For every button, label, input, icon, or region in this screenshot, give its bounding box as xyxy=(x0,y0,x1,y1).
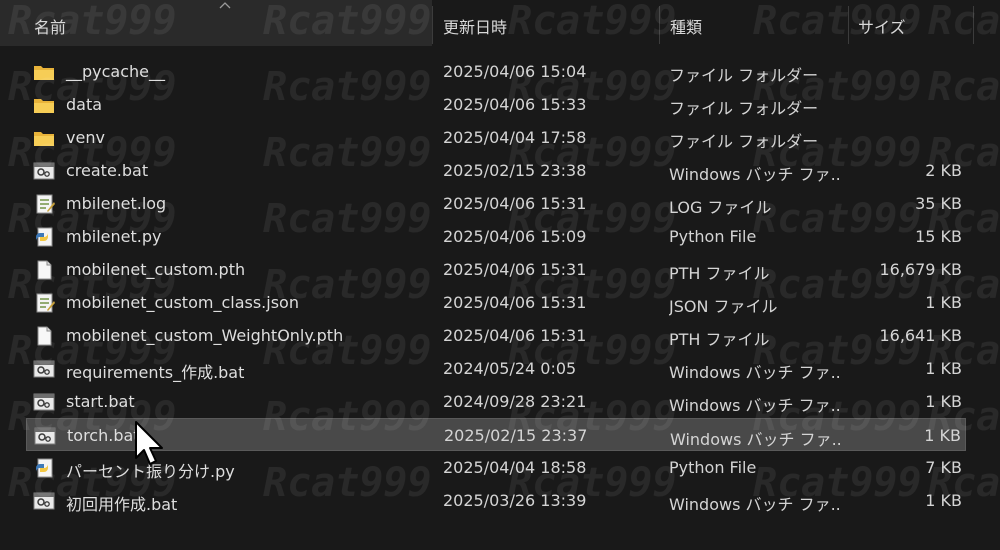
batch-file-icon xyxy=(34,426,56,446)
folder-icon xyxy=(33,95,55,115)
file-row[interactable]: パーセント振り分け.py 2025/04/04 18:58 Python File 7… xyxy=(26,451,966,484)
file-row[interactable]: create.bat 2025/02/15 23:38 Windows バッチ ファ… xyxy=(26,154,966,187)
file-row[interactable]: mbilenet.log 2025/04/06 15:31 LOG ファイル 35 K… xyxy=(26,187,966,220)
batch-file-icon xyxy=(33,491,55,511)
file-type: JSON ファイル xyxy=(669,297,778,316)
file-name: 初回用作成.bat xyxy=(66,495,178,514)
file-modified: 2025/04/04 18:58 xyxy=(443,458,587,477)
file-type: Windows バッチ ファ... xyxy=(669,495,841,514)
log-file-icon xyxy=(33,293,55,313)
file-name: パーセント振り分け.py xyxy=(66,462,235,481)
file-size: 7 KB xyxy=(925,458,962,477)
file-name: start.bat xyxy=(66,392,135,411)
batch-file-icon xyxy=(33,161,55,181)
file-row[interactable]: mbilenet.py 2025/04/06 15:09 Python File 15… xyxy=(26,220,966,253)
file-size: 16,679 KB xyxy=(879,260,962,279)
file-modified: 2025/03/26 13:39 xyxy=(443,491,587,510)
file-modified: 2025/04/06 15:31 xyxy=(443,260,587,279)
column-header-name[interactable]: 名前 xyxy=(0,0,432,46)
file-size: 1 KB xyxy=(925,491,962,510)
file-row[interactable]: mobilenet_custom_class.json 2025/04/06 15… xyxy=(26,286,966,319)
file-row[interactable]: venv 2025/04/04 17:58 ファイル フォルダー xyxy=(26,121,966,154)
file-type: Windows バッチ ファ... xyxy=(669,165,841,184)
file-modified: 2025/04/04 17:58 xyxy=(443,128,587,147)
column-header-type[interactable]: 種類 xyxy=(660,0,848,46)
file-size: 16,641 KB xyxy=(879,326,962,345)
file-modified: 2025/04/06 15:33 xyxy=(443,95,587,114)
log-file-icon xyxy=(33,194,55,214)
file-modified: 2024/05/24 0:05 xyxy=(443,359,577,378)
column-header-modified-label: 更新日時 xyxy=(443,18,508,37)
file-type: PTH ファイル xyxy=(669,330,770,349)
file-modified: 2025/04/06 15:04 xyxy=(443,62,587,81)
file-name: mobilenet_custom_WeightOnly.pth xyxy=(66,326,344,345)
sort-ascending-icon xyxy=(219,2,231,9)
python-file-icon xyxy=(33,227,55,247)
file-row[interactable]: data 2025/04/06 15:33 ファイル フォルダー xyxy=(26,88,966,121)
file-type: Windows バッチ ファ... xyxy=(669,363,841,382)
file-row[interactable]: start.bat 2024/09/28 23:21 Windows バッチ ファ.… xyxy=(26,385,966,418)
file-modified: 2025/04/06 15:31 xyxy=(443,293,587,312)
column-header-modified[interactable]: 更新日時 xyxy=(433,0,659,46)
file-name: venv xyxy=(66,128,105,147)
file-type: Python File xyxy=(669,227,757,246)
file-type: Windows バッチ ファ... xyxy=(669,396,841,415)
file-type: PTH ファイル xyxy=(669,264,770,283)
file-size: 1 KB xyxy=(925,293,962,312)
file-type: ファイル フォルダー xyxy=(669,66,819,85)
file-name: data xyxy=(66,95,103,114)
file-name: mbilenet.py xyxy=(66,227,162,246)
file-type: Python File xyxy=(669,458,757,477)
file-explorer-window: 名前 更新日時 種類 サイズ __pycache__ 2025/04/06 15:… xyxy=(0,0,1000,550)
column-header-bar: 名前 更新日時 種類 サイズ xyxy=(0,0,1000,46)
file-type: Windows バッチ ファ... xyxy=(670,430,842,449)
folder-icon xyxy=(33,62,55,82)
column-header-size[interactable]: サイズ xyxy=(849,0,973,46)
file-row[interactable]: torch.bat 2025/02/15 23:37 Windows バッチ ファ.… xyxy=(26,418,966,451)
file-modified: 2025/02/15 23:38 xyxy=(443,161,587,180)
column-header-type-label: 種類 xyxy=(670,18,703,37)
column-header-name-label: 名前 xyxy=(34,18,67,37)
file-size: 2 KB xyxy=(925,161,962,180)
file-size: 1 KB xyxy=(925,392,962,411)
folder-icon xyxy=(33,128,55,148)
file-size: 1 KB xyxy=(925,359,962,378)
file-type: ファイル フォルダー xyxy=(669,99,819,118)
file-row[interactable]: 初回用作成.bat 2025/03/26 13:39 Windows バッチ ファ.… xyxy=(26,484,966,517)
file-modified: 2024/09/28 23:21 xyxy=(443,392,587,411)
file-name: mobilenet_custom.pth xyxy=(66,260,246,279)
file-name: requirements_作成.bat xyxy=(66,363,245,382)
batch-file-icon xyxy=(33,392,55,412)
file-size: 35 KB xyxy=(915,194,962,213)
batch-file-icon xyxy=(33,359,55,379)
file-name: __pycache__ xyxy=(66,62,166,81)
file-name: torch.bat xyxy=(67,426,140,445)
file-modified: 2025/04/06 15:31 xyxy=(443,194,587,213)
blank-file-icon xyxy=(33,326,55,346)
file-row[interactable]: requirements_作成.bat 2024/05/24 0:05 Window… xyxy=(26,352,966,385)
file-modified: 2025/04/06 15:09 xyxy=(443,227,587,246)
file-row[interactable]: __pycache__ 2025/04/06 15:04 ファイル フォルダー xyxy=(26,55,966,88)
file-row[interactable]: mobilenet_custom.pth 2025/04/06 15:31 PTH … xyxy=(26,253,966,286)
column-divider[interactable] xyxy=(973,6,974,44)
file-name: mobilenet_custom_class.json xyxy=(66,293,299,312)
python-file-icon xyxy=(33,458,55,478)
file-size: 15 KB xyxy=(915,227,962,246)
file-modified: 2025/04/06 15:31 xyxy=(443,326,587,345)
blank-file-icon xyxy=(33,260,55,280)
file-type: ファイル フォルダー xyxy=(669,132,819,151)
column-header-size-label: サイズ xyxy=(858,18,906,37)
file-modified: 2025/02/15 23:37 xyxy=(444,426,588,445)
file-size: 1 KB xyxy=(924,426,961,445)
file-name: mbilenet.log xyxy=(66,194,167,213)
file-name: create.bat xyxy=(66,161,149,180)
file-type: LOG ファイル xyxy=(669,198,772,217)
file-row[interactable]: mobilenet_custom_WeightOnly.pth 2025/04/0… xyxy=(26,319,966,352)
